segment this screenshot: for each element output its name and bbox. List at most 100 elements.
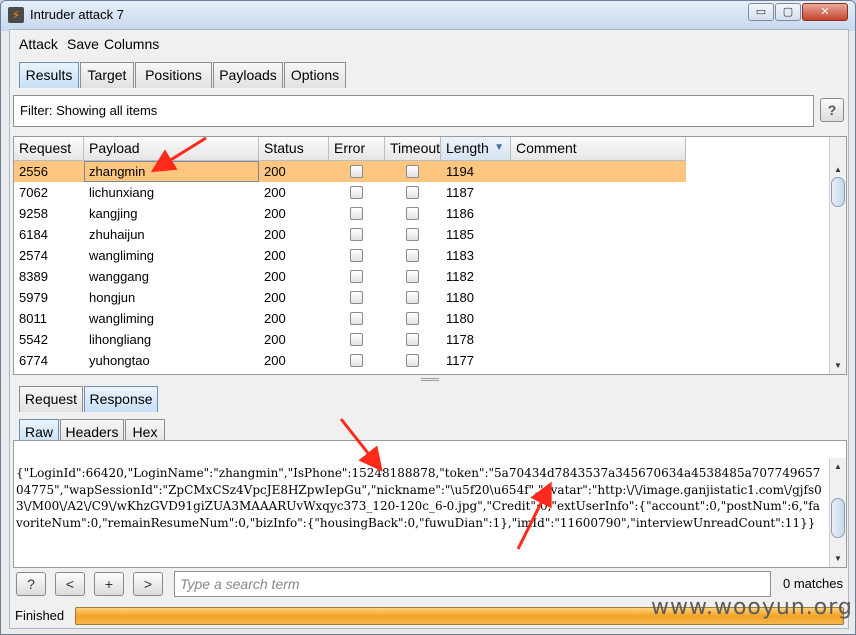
- cell-payload: yuhongtao: [89, 353, 150, 368]
- tab-positions[interactable]: Positions: [135, 62, 212, 88]
- cell-payload: wangliming: [89, 248, 155, 263]
- title-bar[interactable]: ⚡ Intruder attack 7 ▭ ▢ ✕: [1, 1, 855, 29]
- timeout-checkbox[interactable]: [406, 165, 419, 178]
- help-button[interactable]: ?: [820, 98, 844, 122]
- tab-request[interactable]: Request: [19, 386, 83, 412]
- menu-attack[interactable]: Attack: [19, 36, 58, 52]
- error-checkbox[interactable]: [350, 249, 363, 262]
- cell-length: 1180: [446, 311, 474, 326]
- table-row[interactable]: 9258 kangjing 200 1186: [14, 203, 686, 224]
- scroll-thumb[interactable]: [831, 498, 845, 538]
- col-length-label: Length: [446, 140, 489, 156]
- cell-status: 200: [264, 185, 286, 200]
- cell-length: 1187: [446, 185, 474, 200]
- menu-columns[interactable]: Columns: [104, 36, 159, 52]
- scroll-down-icon[interactable]: ▼: [830, 550, 846, 567]
- cell-length: 1182: [446, 269, 474, 284]
- table-row[interactable]: 2556 zhangmin 200 1194: [14, 161, 686, 182]
- response-raw-text[interactable]: {"LoginId":66420,"LoginName":"zhangmin",…: [16, 465, 822, 531]
- scroll-up-icon[interactable]: ▲: [830, 161, 846, 178]
- timeout-checkbox[interactable]: [406, 270, 419, 283]
- scroll-up-icon[interactable]: ▲: [830, 458, 846, 475]
- timeout-checkbox[interactable]: [406, 354, 419, 367]
- close-button[interactable]: ✕: [802, 3, 848, 21]
- cell-request: 2556: [19, 164, 48, 179]
- error-checkbox[interactable]: [350, 165, 363, 178]
- table-header: Request Payload Status Error Timeout Len…: [14, 137, 686, 161]
- error-checkbox[interactable]: [350, 312, 363, 325]
- timeout-checkbox[interactable]: [406, 249, 419, 262]
- splitter-grip[interactable]: [421, 378, 439, 381]
- error-checkbox[interactable]: [350, 291, 363, 304]
- table-row[interactable]: 5542 lihongliang 200 1178: [14, 329, 686, 350]
- timeout-checkbox[interactable]: [406, 333, 419, 346]
- table-row[interactable]: 8389 wanggang 200 1182: [14, 266, 686, 287]
- tab-options[interactable]: Options: [284, 62, 346, 88]
- search-add-button[interactable]: +: [94, 572, 124, 596]
- minimize-button[interactable]: ▭: [748, 3, 774, 21]
- col-request[interactable]: Request: [14, 137, 84, 161]
- tab-results[interactable]: Results: [19, 62, 79, 88]
- error-checkbox[interactable]: [350, 228, 363, 241]
- col-payload[interactable]: Payload: [84, 137, 259, 161]
- timeout-checkbox[interactable]: [406, 186, 419, 199]
- burp-app-icon: ⚡: [8, 7, 24, 23]
- error-checkbox[interactable]: [350, 270, 363, 283]
- col-length[interactable]: Length ▼: [441, 137, 511, 161]
- table-row[interactable]: 8011 wangliming 200 1180: [14, 308, 686, 329]
- scroll-thumb[interactable]: [831, 177, 845, 207]
- col-error[interactable]: Error: [329, 137, 385, 161]
- cell-request: 5542: [19, 332, 48, 347]
- timeout-checkbox[interactable]: [406, 207, 419, 220]
- table-row[interactable]: 6774 yuhongtao 200 1177: [14, 350, 686, 371]
- table-row[interactable]: 2574 wangliming 200 1183: [14, 245, 686, 266]
- scroll-down-icon[interactable]: ▼: [830, 357, 846, 374]
- watermark: www.wooyun.org: [651, 595, 853, 620]
- response-panel: {"LoginId":66420,"LoginName":"zhangmin",…: [13, 440, 847, 568]
- cell-request: 8011: [19, 311, 47, 326]
- cell-status: 200: [264, 206, 286, 221]
- cell-length: 1186: [446, 206, 474, 221]
- tab-response[interactable]: Response: [84, 386, 158, 412]
- error-checkbox[interactable]: [350, 354, 363, 367]
- search-prev-button[interactable]: <: [55, 572, 85, 596]
- cell-payload: zhangmin: [84, 161, 259, 182]
- filter-bar[interactable]: Filter: Showing all items: [13, 95, 814, 127]
- timeout-checkbox[interactable]: [406, 291, 419, 304]
- timeout-checkbox[interactable]: [406, 228, 419, 241]
- timeout-checkbox[interactable]: [406, 312, 419, 325]
- cell-status: 200: [264, 164, 286, 179]
- col-comment[interactable]: Comment: [511, 137, 686, 161]
- cell-payload: zhuhaijun: [89, 227, 145, 242]
- cell-length: 1194: [446, 164, 474, 179]
- table-row[interactable]: 6184 zhuhaijun 200 1185: [14, 224, 686, 245]
- col-timeout[interactable]: Timeout: [385, 137, 441, 161]
- cell-length: 1180: [446, 290, 474, 305]
- error-checkbox[interactable]: [350, 207, 363, 220]
- cell-length: 1178: [446, 332, 474, 347]
- cell-length: 1183: [446, 248, 474, 263]
- response-scrollbar[interactable]: ▲ ▼: [829, 458, 846, 567]
- cell-payload: lihongliang: [89, 332, 152, 347]
- cell-request: 7062: [19, 185, 48, 200]
- col-status[interactable]: Status: [259, 137, 329, 161]
- cell-length: 1177: [446, 353, 474, 368]
- cell-payload: hongjun: [89, 290, 136, 305]
- search-next-button[interactable]: >: [133, 572, 163, 596]
- menu-save[interactable]: Save: [67, 36, 99, 52]
- table-row[interactable]: 7062 lichunxiang 200 1187: [14, 182, 686, 203]
- cell-length: 1185: [446, 227, 474, 242]
- table-scrollbar[interactable]: ▲ ▼: [829, 137, 846, 374]
- error-checkbox[interactable]: [350, 186, 363, 199]
- cell-request: 9258: [19, 206, 48, 221]
- error-checkbox[interactable]: [350, 333, 363, 346]
- maximize-button[interactable]: ▢: [775, 3, 801, 21]
- cell-status: 200: [264, 248, 286, 263]
- cell-request: 2574: [19, 248, 48, 263]
- tab-payloads[interactable]: Payloads: [213, 62, 283, 88]
- window-title: Intruder attack 7: [30, 7, 124, 22]
- search-help-button[interactable]: ?: [16, 572, 46, 596]
- table-row[interactable]: 5979 hongjun 200 1180: [14, 287, 686, 308]
- search-input[interactable]: Type a search term: [174, 571, 771, 597]
- tab-target[interactable]: Target: [80, 62, 134, 88]
